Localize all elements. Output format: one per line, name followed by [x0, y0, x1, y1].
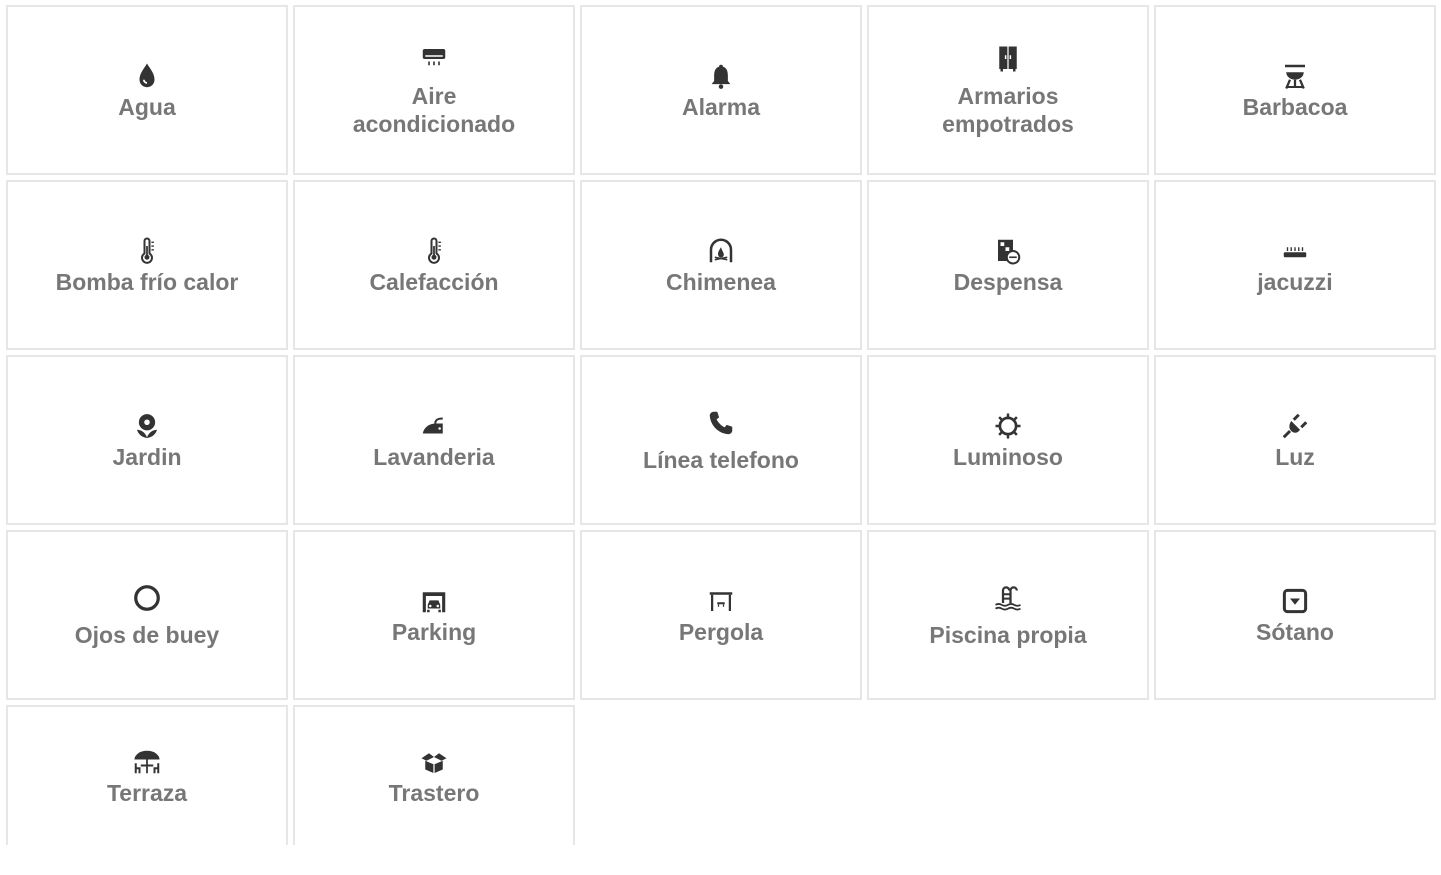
- amenity-label: Agua: [118, 94, 176, 120]
- amenity-tile-chimenea[interactable]: Chimenea: [580, 180, 862, 350]
- amenity-label: Sótano: [1256, 619, 1334, 645]
- pergola-icon: [704, 584, 738, 618]
- amenity-label: Parking: [391, 619, 477, 645]
- amenity-label: Trastero: [388, 780, 480, 806]
- amenity-tile-agua[interactable]: Agua: [6, 5, 288, 175]
- amenity-tile-luz[interactable]: Luz: [1154, 355, 1436, 525]
- plug-icon: [1278, 409, 1312, 443]
- amenity-tile-terraza[interactable]: Terraza: [6, 705, 288, 845]
- amenity-tile-lavanderia[interactable]: Lavanderia: [293, 355, 575, 525]
- pantry-icon: [991, 234, 1025, 268]
- iron-icon: [417, 409, 451, 443]
- amenity-label: Alarma: [682, 94, 760, 120]
- amenity-tile-pergola[interactable]: Pergola: [580, 530, 862, 700]
- amenity-label: Barbacoa: [1242, 94, 1348, 120]
- fireplace-icon: [704, 234, 738, 268]
- garage-car-icon: [417, 584, 451, 618]
- amenity-label: Despensa: [953, 269, 1063, 295]
- thermometer-icon: [417, 234, 451, 268]
- phone-icon: [704, 406, 738, 440]
- amenity-label: Pergola: [678, 619, 764, 645]
- amenity-tile-armarios-empotrados[interactable]: Armarios empotrados: [867, 5, 1149, 175]
- amenity-tile-calefaccion[interactable]: Calefacción: [293, 180, 575, 350]
- barbecue-grill-icon: [1278, 59, 1312, 93]
- amenity-label: Luz: [1275, 444, 1315, 470]
- amenities-grid: Agua Aire acondicionado Alarma Armarios …: [6, 5, 1436, 875]
- amenity-tile-aire-acondicionado[interactable]: Aire acondicionado: [293, 5, 575, 175]
- circle-icon: [130, 581, 164, 615]
- amenity-label: Luminoso: [953, 444, 1063, 470]
- thermometer-icon: [130, 234, 164, 268]
- amenity-label: Bomba frío calor: [55, 269, 239, 295]
- amenity-tile-bomba-frio-calor[interactable]: Bomba frío calor: [6, 180, 288, 350]
- flower-icon: [130, 409, 164, 443]
- amenity-label: Línea telefono: [643, 447, 799, 473]
- amenity-tile-parking[interactable]: Parking: [293, 530, 575, 700]
- amenity-tile-ojos-de-buey[interactable]: Ojos de buey: [6, 530, 288, 700]
- wardrobe-icon: [991, 42, 1025, 76]
- amenity-tile-barbacoa[interactable]: Barbacoa: [1154, 5, 1436, 175]
- amenity-label: Piscina propia: [929, 622, 1087, 648]
- amenity-label: Lavanderia: [373, 444, 495, 470]
- amenity-label: Terraza: [106, 780, 188, 806]
- sun-icon: [991, 409, 1025, 443]
- amenity-tile-luminoso[interactable]: Luminoso: [867, 355, 1149, 525]
- amenity-label: Jardin: [112, 444, 182, 470]
- amenity-label: Calefacción: [369, 269, 499, 295]
- amenity-label: Armarios empotrados: [942, 83, 1074, 137]
- storage-box-icon: [417, 745, 451, 779]
- hot-tub-icon: [1278, 234, 1312, 268]
- amenity-tile-jacuzzi[interactable]: jacuzzi: [1154, 180, 1436, 350]
- amenity-tile-linea-telefono[interactable]: Línea telefono: [580, 355, 862, 525]
- amenity-label: jacuzzi: [1257, 269, 1333, 295]
- amenity-tile-piscina-propia[interactable]: Piscina propia: [867, 530, 1149, 700]
- amenity-tile-sotano[interactable]: Sótano: [1154, 530, 1436, 700]
- amenity-label: Aire acondicionado: [352, 83, 516, 137]
- amenity-tile-jardin[interactable]: Jardin: [6, 355, 288, 525]
- pool-ladder-icon: [991, 581, 1025, 615]
- amenity-label: Chimenea: [666, 269, 776, 295]
- water-drop-icon: [130, 59, 164, 93]
- amenity-label: Ojos de buey: [74, 622, 220, 648]
- basement-icon: [1278, 584, 1312, 618]
- amenity-tile-trastero[interactable]: Trastero: [293, 705, 575, 845]
- amenity-tile-despensa[interactable]: Despensa: [867, 180, 1149, 350]
- air-conditioner-icon: [417, 42, 451, 76]
- amenity-tile-alarma[interactable]: Alarma: [580, 5, 862, 175]
- terrace-umbrella-icon: [130, 745, 164, 779]
- bell-icon: [704, 59, 738, 93]
